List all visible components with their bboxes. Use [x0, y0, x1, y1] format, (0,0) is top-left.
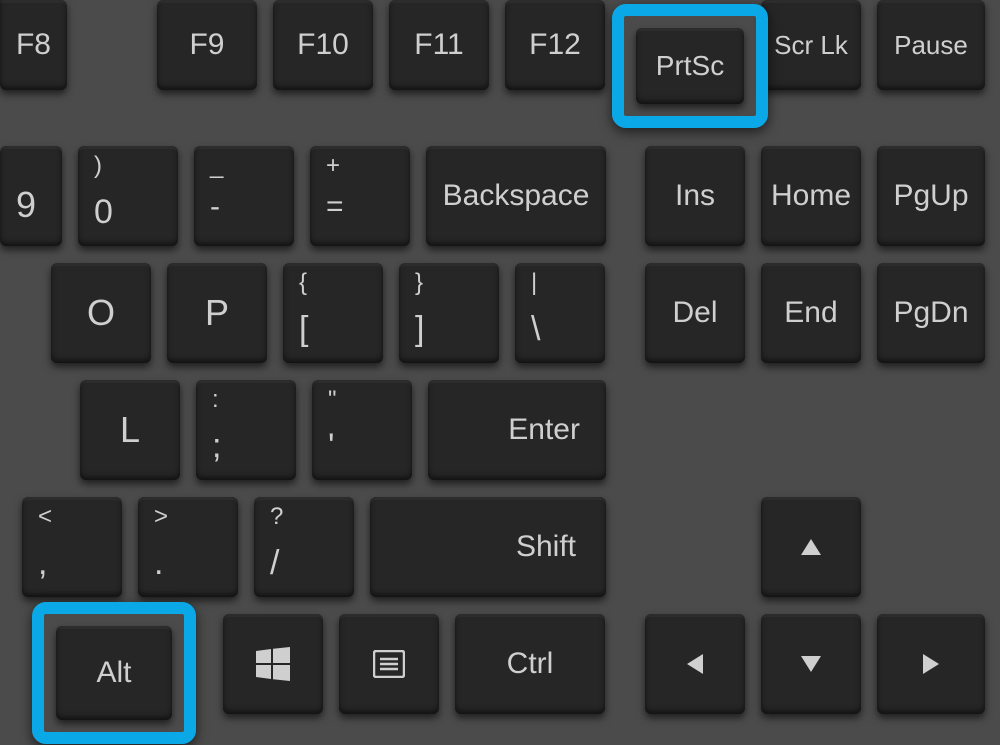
key-comma[interactable]: < , — [22, 497, 122, 597]
key-label: \ — [531, 310, 540, 349]
key-label: F8 — [16, 28, 51, 62]
key-home[interactable]: Home — [761, 146, 861, 246]
key-label: Enter — [508, 413, 580, 447]
key-label: L — [120, 409, 140, 451]
key-del[interactable]: Del — [645, 263, 745, 363]
key-label: , — [38, 544, 47, 583]
key-pgdn[interactable]: PgDn — [877, 263, 985, 363]
key-label: [ — [299, 310, 308, 349]
arrow-right-icon — [923, 654, 939, 674]
key-shift-label: ) — [94, 152, 102, 180]
windows-icon — [256, 647, 290, 681]
key-left-bracket[interactable]: { [ — [283, 263, 383, 363]
key-label: Scr Lk — [774, 30, 848, 61]
key-f8[interactable]: F8 — [0, 0, 67, 90]
key-windows[interactable] — [223, 614, 323, 714]
key-shift-label: + — [326, 152, 340, 180]
key-P[interactable]: P — [167, 263, 267, 363]
key-arrow-up[interactable] — [761, 497, 861, 597]
key-label: F12 — [529, 28, 581, 62]
key-label: Alt — [96, 656, 131, 690]
key-label: 0 — [94, 193, 113, 232]
key-label: ; — [212, 427, 221, 466]
key-shift[interactable]: Shift — [370, 497, 606, 597]
key-ctrl[interactable]: Ctrl — [455, 614, 605, 714]
key-shift-label: | — [531, 269, 537, 297]
key-0[interactable]: ) 0 — [78, 146, 178, 246]
key-arrow-down[interactable] — [761, 614, 861, 714]
key-equals[interactable]: + = — [310, 146, 410, 246]
key-alt[interactable]: Alt — [56, 626, 172, 720]
key-right-bracket[interactable]: } ] — [399, 263, 499, 363]
key-label: F11 — [414, 28, 463, 62]
key-label: = — [326, 190, 344, 224]
key-label: O — [87, 292, 115, 334]
key-label: - — [210, 190, 220, 224]
key-label: Pause — [894, 30, 968, 61]
key-shift-label: " — [328, 386, 337, 414]
key-scrlk[interactable]: Scr Lk — [761, 0, 861, 90]
arrow-up-icon — [801, 539, 821, 555]
key-label: ] — [415, 310, 424, 349]
key-end[interactable]: End — [761, 263, 861, 363]
key-shift-label: { — [299, 269, 307, 297]
key-period[interactable]: > . — [138, 497, 238, 597]
key-shift-label: } — [415, 269, 423, 297]
key-slash[interactable]: ? / — [254, 497, 354, 597]
key-label: 9 — [16, 184, 36, 226]
key-f12[interactable]: F12 — [505, 0, 605, 90]
key-label: Ctrl — [507, 647, 554, 681]
key-quote[interactable]: " ' — [312, 380, 412, 480]
arrow-down-icon — [801, 656, 821, 672]
key-label: Ins — [675, 179, 715, 213]
key-arrow-left[interactable] — [645, 614, 745, 714]
key-label: P — [205, 292, 229, 334]
key-label: PrtSc — [656, 50, 724, 82]
key-label: / — [270, 544, 279, 583]
key-shift-label: ? — [270, 503, 283, 531]
key-label: End — [784, 296, 837, 330]
key-semicolon[interactable]: : ; — [196, 380, 296, 480]
key-label: Del — [672, 296, 717, 330]
key-menu[interactable] — [339, 614, 439, 714]
key-pgup[interactable]: PgUp — [877, 146, 985, 246]
key-9[interactable]: 9 — [0, 146, 62, 246]
key-label: F9 — [189, 28, 224, 62]
key-f11[interactable]: F11 — [389, 0, 489, 90]
key-O[interactable]: O — [51, 263, 151, 363]
key-shift-label: : — [212, 386, 219, 414]
key-label: . — [154, 544, 163, 583]
key-enter[interactable]: Enter — [428, 380, 606, 480]
key-label: Shift — [516, 530, 576, 564]
key-shift-label: _ — [210, 152, 223, 180]
key-f9[interactable]: F9 — [157, 0, 257, 90]
key-label: Backspace — [443, 179, 590, 213]
key-f10[interactable]: F10 — [273, 0, 373, 90]
key-pause[interactable]: Pause — [877, 0, 985, 90]
key-ins[interactable]: Ins — [645, 146, 745, 246]
arrow-left-icon — [687, 654, 703, 674]
key-label: PgDn — [893, 296, 968, 330]
key-shift-label: < — [38, 503, 52, 531]
key-minus[interactable]: _ - — [194, 146, 294, 246]
key-L[interactable]: L — [80, 380, 180, 480]
key-label: Home — [771, 179, 851, 213]
key-label: F10 — [297, 28, 349, 62]
key-backspace[interactable]: Backspace — [426, 146, 606, 246]
key-shift-label: > — [154, 503, 168, 531]
menu-icon — [373, 650, 405, 678]
key-label: PgUp — [893, 179, 968, 213]
key-label: ' — [328, 427, 335, 466]
key-arrow-right[interactable] — [877, 614, 985, 714]
key-backslash[interactable]: | \ — [515, 263, 605, 363]
key-prtsc[interactable]: PrtSc — [636, 28, 744, 104]
